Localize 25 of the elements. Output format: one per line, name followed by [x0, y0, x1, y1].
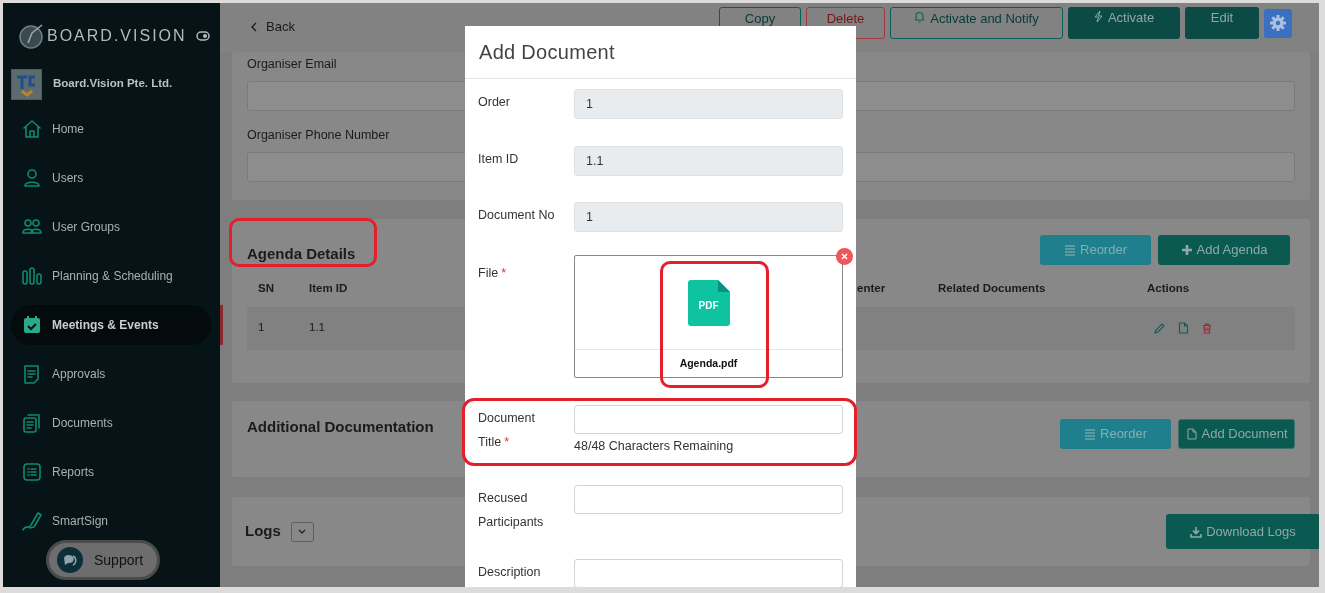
field-label: Organiser Email	[247, 56, 338, 73]
field-label: Item ID	[478, 152, 519, 166]
section-title: Logs	[245, 521, 281, 542]
field-label: Document Title *	[478, 411, 535, 449]
modal-title: Add Document	[479, 40, 615, 65]
helper-text: 48/48 Characters Remaining	[574, 438, 735, 455]
column-header: Related Documents	[938, 281, 1047, 297]
section-title: Agenda Details	[247, 244, 356, 264]
column-header: enter	[857, 281, 887, 297]
table-cell-text: 1	[258, 320, 266, 336]
file-type-label: PDF	[697, 298, 720, 313]
table-cell-text: 1.1	[309, 320, 326, 336]
brand-name: BOARD.VISION	[47, 26, 187, 46]
field-label: File *	[478, 266, 507, 280]
field-label: Description	[478, 564, 541, 579]
column-header: SN	[258, 281, 275, 297]
column-header: Item ID	[309, 281, 349, 297]
file-name: Agenda.pdf	[678, 355, 739, 371]
field-label: Document No	[478, 208, 555, 222]
field-label: Organiser Phone Number	[247, 126, 391, 144]
section-title: Additional Documentation	[247, 416, 434, 437]
field-label: Recused Participants	[478, 490, 544, 529]
column-header: Actions	[1147, 281, 1191, 297]
organization-name: Board.Vision Pte. Ltd.	[53, 76, 173, 92]
field-label: Order	[478, 95, 510, 109]
